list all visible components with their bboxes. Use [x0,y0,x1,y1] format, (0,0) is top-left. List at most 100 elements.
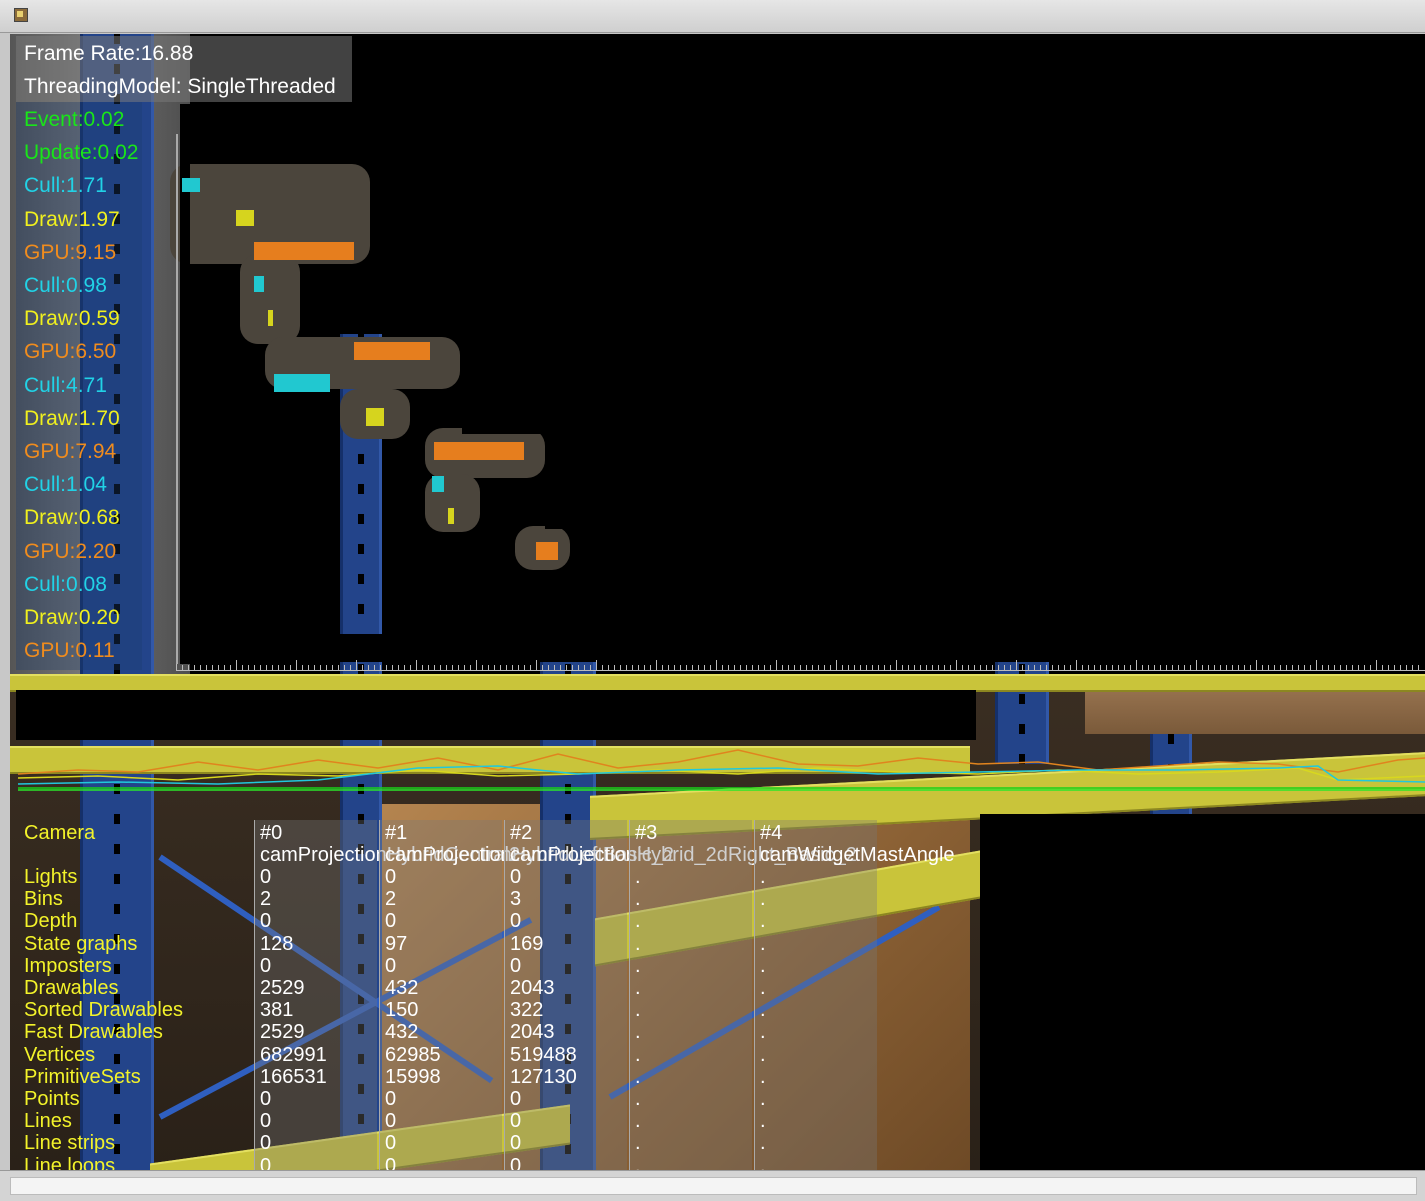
camera-row-label: Points [24,1088,80,1110]
camera-cell: . [635,1088,641,1110]
ruler-tick [1010,665,1011,670]
ruler-tick [248,665,249,670]
ruler-tick [614,665,615,670]
ruler-tick [878,665,879,670]
ruler-tick [1040,665,1041,670]
ruler-tick [230,665,231,670]
ruler-tick [452,665,453,670]
ruler-tick [656,660,657,670]
camera-cell: 0 [510,1154,522,1170]
ruler-tick [890,665,891,670]
ruler-tick [710,665,711,670]
ruler-tick [896,660,897,670]
ruler-tick [722,665,723,670]
camera-cell: 150 [385,999,419,1022]
camera-cell: 2 [385,888,397,911]
ruler-tick [734,665,735,670]
camera-column-id: #3 [635,822,658,844]
ruler-tick [278,665,279,670]
ruler-tick [260,665,261,670]
ruler-tick [1016,660,1017,670]
stat-row: Draw:1.97 [24,207,120,231]
window-titlebar[interactable] [0,0,1425,33]
camera-cell: . [760,999,766,1022]
camera-cell: . [635,932,641,955]
camera-cell: 322 [510,999,544,1022]
camera-cell: 169 [510,932,544,955]
stat-row: GPU:7.94 [24,440,117,463]
stat-row: Cull:1.71 [24,174,107,198]
stats-backdrop [16,690,976,740]
camera-cell: 0 [385,866,397,888]
ruler-tick [758,665,759,670]
ruler-tick [680,665,681,670]
ruler-tick [1100,665,1101,670]
render-viewport[interactable]: Frame Rate:16.88 ThreadingModel: SingleT… [10,34,1425,1170]
ruler-tick [644,665,645,670]
camera-cell: . [635,954,641,977]
camera-cell: . [635,1132,641,1155]
ruler-tick [326,665,327,670]
ruler-tick [632,665,633,670]
stat-row: Cull:0.98 [24,274,107,297]
ruler-tick [542,665,543,670]
ruler-tick [1094,665,1095,670]
camera-column-id: #1 [385,822,408,844]
ruler-tick [1394,665,1395,670]
camera-row-label: Drawables [24,977,119,999]
ruler-tick [398,665,399,670]
ruler-tick [1166,665,1167,670]
ruler-tick [1082,665,1083,670]
ruler-tick [938,665,939,670]
ruler-tick [1106,665,1107,670]
camera-column-id: #0 [260,822,283,844]
ruler-tick [1250,665,1251,670]
ruler-tick [1406,665,1407,670]
ruler-tick [860,665,861,670]
camera-row-label: Bins [24,888,63,911]
ruler-tick [374,665,375,670]
camera-cell: 0 [260,1088,272,1110]
camera-cell: 432 [385,977,419,999]
ruler-tick [410,665,411,670]
ruler-tick [1136,660,1137,670]
ruler-tick [470,665,471,670]
camera-cell: 2529 [260,977,305,999]
timing-bar [254,276,264,292]
ruler-tick [428,665,429,670]
camera-cell: . [760,1154,766,1170]
camera-cell: . [635,1043,641,1066]
ruler-tick [1268,665,1269,670]
camera-cell: . [635,1110,641,1133]
camera-cell: 0 [260,910,272,933]
ruler-tick [200,665,201,670]
ruler-tick [1400,665,1401,670]
timing-bar [536,542,558,560]
camera-cell: 128 [260,932,294,955]
ruler-tick [626,665,627,670]
ruler-tick [902,665,903,670]
ruler-tick [1148,665,1149,670]
camera-cell: 0 [510,1110,522,1133]
stat-row: Update:0.02 [24,141,139,165]
ruler-tick [1328,665,1329,670]
camera-cell: 166531 [260,1065,327,1088]
ruler-tick [1028,665,1029,670]
ruler-tick [698,665,699,670]
camera-cell: . [760,954,766,977]
status-bar [0,1170,1425,1201]
camera-cell: . [760,1110,766,1133]
ruler-tick [182,665,183,670]
ruler-tick [1202,665,1203,670]
ruler-tick [1262,665,1263,670]
ruler-tick [440,665,441,670]
ruler-tick [794,665,795,670]
ruler-tick [914,665,915,670]
ruler-tick [1322,665,1323,670]
camera-cell: . [760,932,766,955]
ruler-tick [1280,665,1281,670]
stat-row: Draw:0.68 [24,506,120,530]
ruler-tick [944,665,945,670]
ruler-tick [830,665,831,670]
ruler-tick [266,665,267,670]
